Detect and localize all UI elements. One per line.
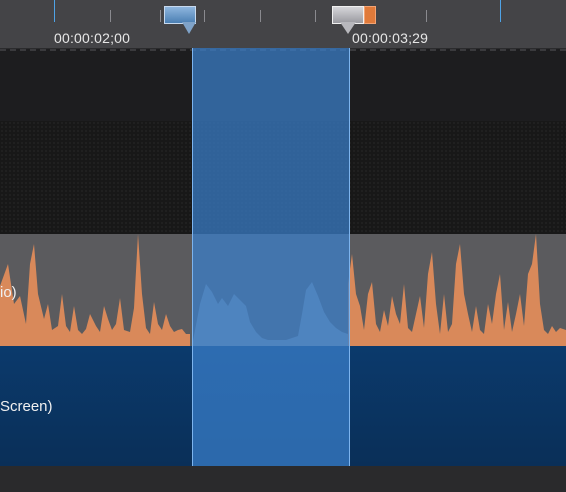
playhead-icon[interactable]: [332, 6, 364, 34]
ruler-tick: [260, 10, 261, 22]
ruler-tick: [54, 0, 55, 22]
out-point-icon[interactable]: [364, 6, 376, 24]
ruler-tick: [204, 10, 205, 22]
ruler-tick: [426, 10, 427, 22]
timeline-scrollbar[interactable]: [0, 466, 566, 492]
ruler-tick: [315, 10, 316, 22]
audio-track-label: io): [0, 284, 17, 301]
ruler-tick: [110, 10, 111, 22]
time-label-start: 00:00:02;00: [54, 30, 131, 46]
range-marker-icon[interactable]: [164, 6, 196, 34]
screen-track-label: Screen): [0, 398, 53, 415]
time-label-playhead: 00:00:03;29: [352, 30, 429, 46]
time-ruler[interactable]: 00:00:02;00 00:00:03;29: [0, 0, 566, 49]
ruler-tick: [160, 10, 161, 22]
ruler-tick: [500, 0, 501, 22]
time-selection-range[interactable]: [192, 48, 350, 466]
